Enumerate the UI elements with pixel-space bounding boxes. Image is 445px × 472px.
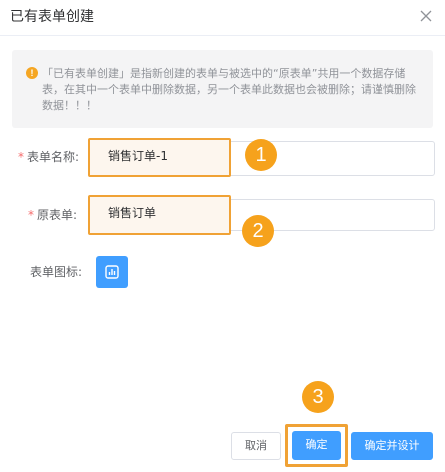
warning-notice: ! 「已有表单创建」是指新创建的表单与被选中的“原表单”共用一个数据存储表，在其… [12, 50, 433, 128]
create-from-existing-form-dialog: 已有表单创建 ! 「已有表单创建」是指新创建的表单与被选中的“原表单”共用一个数… [0, 0, 445, 472]
form-name-value: 销售订单-1 [108, 149, 168, 163]
form-name-value-box[interactable]: 销售订单-1 [90, 141, 228, 174]
dialog-title: 已有表单创建 [10, 9, 94, 25]
required-mark: * [28, 208, 34, 222]
required-mark: * [18, 150, 24, 164]
source-form-label: * 原表单: [28, 208, 78, 222]
confirm-and-design-button[interactable]: 确定并设计 [351, 432, 433, 460]
warning-icon: ! [26, 67, 38, 79]
step-badge-3: 3 [302, 381, 334, 413]
form-name-label: * 表单名称: [18, 150, 80, 164]
source-form-value-box[interactable]: 销售订单 [90, 198, 228, 231]
cancel-button[interactable]: 取消 [231, 432, 281, 460]
confirm-button[interactable]: 确定 [292, 431, 341, 460]
chart-icon [105, 265, 119, 279]
step-badge-1: 1 [245, 139, 277, 171]
step-badge-2: 2 [242, 215, 274, 247]
close-icon[interactable] [419, 9, 433, 23]
notice-text: 「已有表单创建」是指新创建的表单与被选中的“原表单”共用一个数据存储表，在其中一… [42, 67, 416, 112]
form-icon-label: 表单图标: [30, 265, 83, 279]
dialog-header: 已有表单创建 [0, 0, 445, 36]
form-icon-button[interactable] [96, 256, 128, 288]
source-form-value: 销售订单 [108, 206, 157, 220]
